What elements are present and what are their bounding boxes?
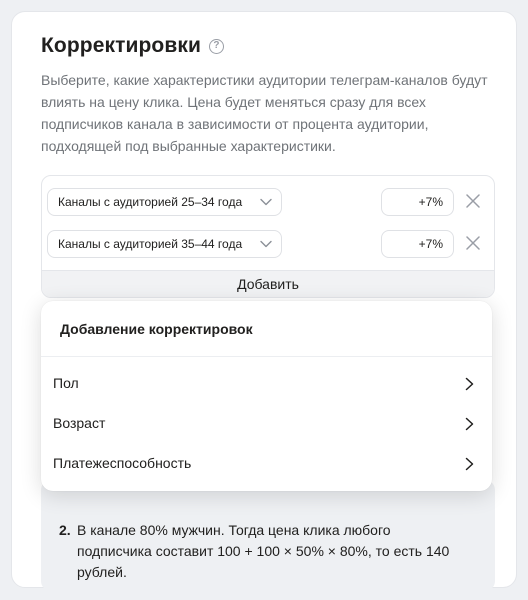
dropdown-item-label: Пол <box>53 375 79 391</box>
dropdown-item-label: Платежеспособность <box>53 455 192 471</box>
page-title: Корректировки <box>41 34 201 57</box>
chevron-right-icon <box>465 377 474 391</box>
close-icon[interactable] <box>466 236 480 250</box>
close-icon[interactable] <box>466 194 480 208</box>
question-circle-icon[interactable]: ? <box>208 38 224 54</box>
audience-select-value: Каналы с аудиторией 35–44 года <box>58 237 243 251</box>
title-row: Корректировки ? <box>41 34 224 58</box>
adjustments-list: Каналы с аудиторией 25–34 года +7% Канал… <box>41 175 495 298</box>
dropdown-title: Добавление корректировок <box>60 321 253 337</box>
add-adjustments-dropdown: Добавление корректировок Пол Возраст Пла… <box>41 301 492 491</box>
chevron-right-icon <box>465 417 474 431</box>
dropdown-item-age[interactable]: Возраст <box>41 404 492 444</box>
audience-select[interactable]: Каналы с аудиторией 35–44 года <box>47 230 282 258</box>
example-box: 2. В канале 80% мужчин. Тогда цена клика… <box>41 480 495 591</box>
section-description: Выберите, какие характеристики аудитории… <box>41 72 488 154</box>
add-adjustment-button[interactable]: Добавить <box>42 270 494 297</box>
percent-input[interactable]: +7% <box>381 230 454 258</box>
adjustment-row: Каналы с аудиторией 35–44 года +7% <box>42 228 494 268</box>
dropdown-item-solvency[interactable]: Платежеспособность <box>41 444 492 484</box>
dropdown-item-gender[interactable]: Пол <box>41 364 492 404</box>
adjustments-card: Корректировки ? Выберите, какие характер… <box>11 11 517 591</box>
chevron-down-icon <box>260 198 272 206</box>
percent-input[interactable]: +7% <box>381 188 454 216</box>
example-item-number: 2. <box>59 522 71 538</box>
audience-select[interactable]: Каналы с аудиторией 25–34 года <box>47 188 282 216</box>
divider <box>41 356 492 357</box>
adjustment-row: Каналы с аудиторией 25–34 года +7% <box>42 186 494 226</box>
chevron-right-icon <box>465 457 474 471</box>
audience-select-value: Каналы с аудиторией 25–34 года <box>58 195 243 209</box>
chevron-down-icon <box>260 240 272 248</box>
dropdown-item-label: Возраст <box>53 415 106 431</box>
example-item-text: В канале 80% мужчин. Тогда цена клика лю… <box>77 522 450 580</box>
